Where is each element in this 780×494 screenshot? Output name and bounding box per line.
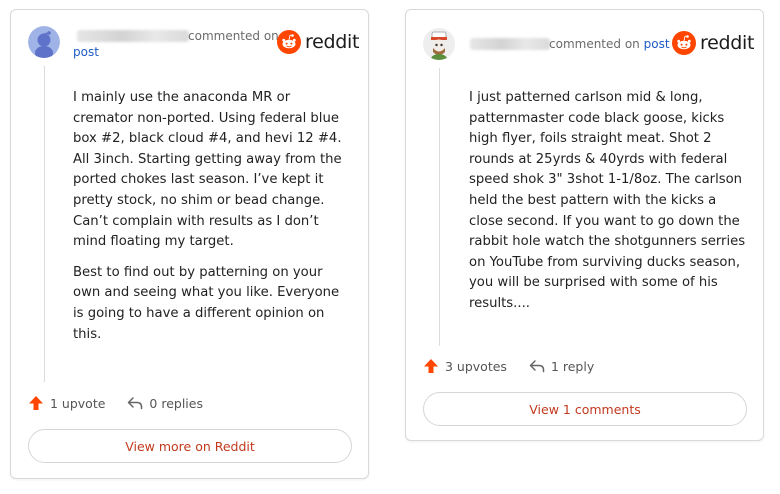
upvote-count: 3 upvotes bbox=[445, 358, 507, 374]
comment-actions: 1 upvote 0 replies bbox=[28, 395, 225, 411]
snoo-avatar-blue-icon[interactable] bbox=[28, 26, 60, 58]
reddit-snoo-icon bbox=[672, 31, 696, 55]
reddit-snoo-icon bbox=[277, 30, 301, 54]
button-label: View more on Reddit bbox=[125, 438, 255, 454]
comment-paragraph: I mainly use the anaconda MR or cremator… bbox=[73, 90, 342, 250]
reddit-wordmark: reddit bbox=[700, 32, 755, 54]
reply-button[interactable]: 0 replies bbox=[127, 396, 203, 411]
snoo-avatar-hat-icon[interactable] bbox=[423, 28, 455, 60]
post-link[interactable]: post bbox=[73, 45, 99, 59]
comment-body: I just patterned carlson mid & long, pat… bbox=[469, 88, 747, 315]
upvote-button[interactable]: 3 upvotes bbox=[423, 358, 507, 374]
view-comments-button[interactable]: View 1 comments bbox=[423, 392, 747, 426]
reddit-wordmark: reddit bbox=[305, 31, 360, 53]
redacted-username[interactable] bbox=[470, 38, 550, 50]
comment-body: I mainly use the anaconda MR or cremator… bbox=[73, 88, 351, 345]
comment-meta: commented on bbox=[188, 29, 279, 43]
thread-line bbox=[44, 66, 45, 382]
button-label: View 1 comments bbox=[529, 401, 641, 417]
comment-paragraph: I just patterned carlson mid & long, pat… bbox=[469, 90, 746, 311]
commented-on-text: commented on bbox=[549, 37, 640, 51]
reply-button[interactable]: 1 reply bbox=[529, 359, 594, 374]
comment-card: commented on post reddit I just patterne… bbox=[405, 9, 764, 441]
post-link-wrap: post bbox=[73, 45, 99, 59]
reddit-logo[interactable]: reddit bbox=[672, 31, 754, 55]
comment-actions: 3 upvotes 1 reply bbox=[423, 358, 616, 374]
reply-arrow-icon bbox=[128, 397, 143, 410]
reply-count: 0 replies bbox=[149, 395, 203, 411]
reply-arrow-icon bbox=[529, 360, 545, 373]
upvote-button[interactable]: 1 upvote bbox=[28, 395, 105, 411]
post-link[interactable]: post bbox=[644, 37, 670, 51]
reply-count: 1 reply bbox=[550, 358, 595, 374]
upvote-count: 1 upvote bbox=[50, 395, 106, 411]
comment-paragraph: Best to find out by patterning on your o… bbox=[73, 264, 340, 342]
view-more-on-reddit-button[interactable]: View more on Reddit bbox=[28, 429, 352, 463]
comment-card: commented on post reddit I mainly use th… bbox=[10, 9, 369, 479]
upvote-arrow-icon bbox=[424, 359, 438, 373]
commented-on-text: commented on bbox=[188, 29, 279, 43]
reddit-logo[interactable]: reddit bbox=[277, 30, 359, 54]
upvote-arrow-icon bbox=[29, 396, 43, 410]
comment-meta: commented on post bbox=[549, 37, 670, 51]
thread-line bbox=[439, 68, 440, 346]
redacted-username[interactable] bbox=[77, 30, 189, 42]
